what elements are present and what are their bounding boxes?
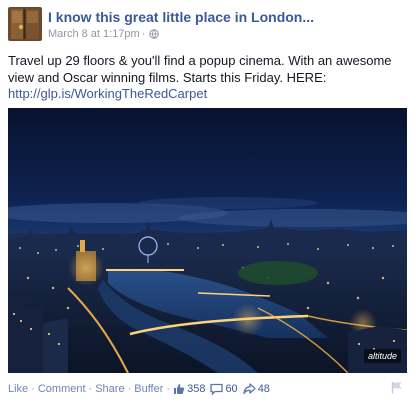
post-body: Travel up 29 floors & you'll find a popu… [8,53,408,103]
action-separator: · [166,383,171,395]
comment-bubble-icon [210,383,224,395]
post-timestamp[interactable]: March 8 at 1:17pm [48,28,140,40]
post-header: I know this great little place in London… [8,7,408,43]
likes-count[interactable]: 358 [173,383,205,395]
globe-icon[interactable] [149,29,160,39]
london-night-skyline-photo [8,108,407,373]
meta-separator: · [141,28,146,40]
action-separator: · [31,383,35,395]
page-avatar[interactable] [8,7,42,41]
share-link[interactable]: Share [95,383,124,395]
action-separator: · [88,383,93,395]
post-meta: March 8 at 1:17pm · [48,28,160,40]
action-separator: · [127,383,132,395]
share-arrow-icon [243,383,256,395]
post-actions: Like · Comment · Share · Buffer · 358 60… [8,381,408,397]
comments-count-value: 60 [225,383,238,395]
photo-watermark: altitude [363,349,401,363]
post-photo[interactable]: altitude [8,108,407,373]
comments-count[interactable]: 60 [210,383,238,395]
shares-count-value: 48 [257,383,270,395]
buffer-link[interactable]: Buffer [134,383,163,395]
comment-link[interactable]: Comment [38,383,86,395]
thumbs-up-icon [174,384,185,394]
facebook-post: I know this great little place in London… [0,0,415,401]
like-link[interactable]: Like [8,383,28,395]
likes-count-value: 358 [187,383,206,395]
page-name-link[interactable]: I know this great little place in London… [48,9,314,25]
post-message: Travel up 29 floors & you'll find a popu… [8,53,392,85]
post-link[interactable]: http://glp.is/WorkingTheRedCarpet [8,86,207,101]
shares-count[interactable]: 48 [243,383,270,395]
flag-icon[interactable] [391,381,403,394]
